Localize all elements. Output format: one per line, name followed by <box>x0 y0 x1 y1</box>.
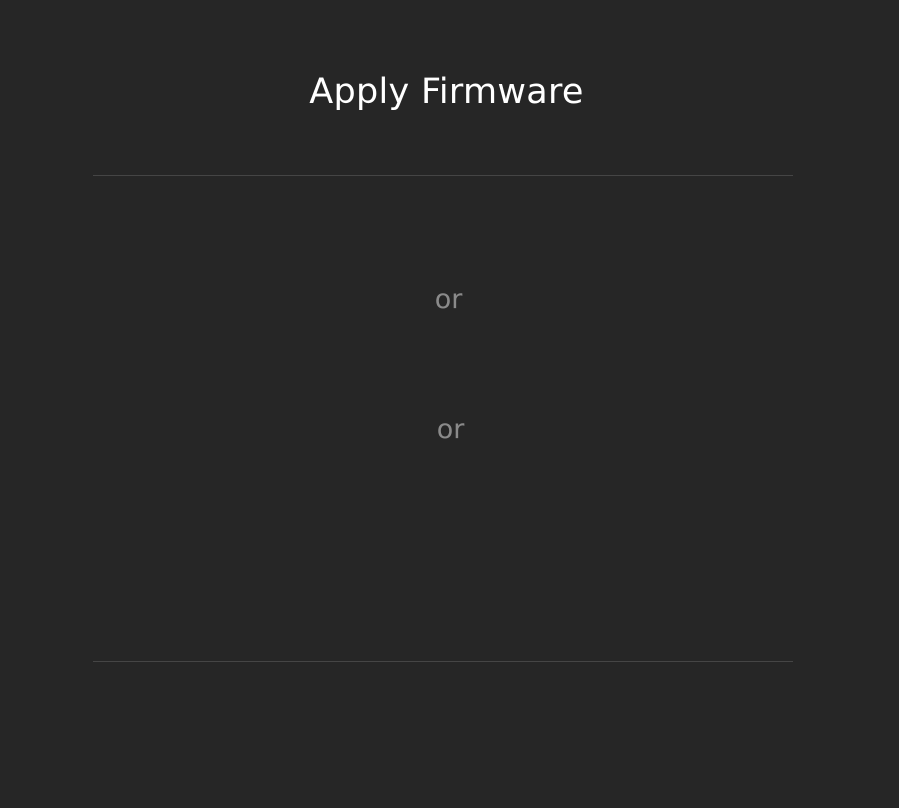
bottom-divider <box>93 661 793 662</box>
apply-firmware-dialog: Apply Firmware or or <box>0 0 899 808</box>
or-separator: or <box>436 414 465 445</box>
dialog-title: Apply Firmware <box>309 72 584 112</box>
or-separator: or <box>434 284 463 315</box>
top-divider <box>93 175 793 176</box>
